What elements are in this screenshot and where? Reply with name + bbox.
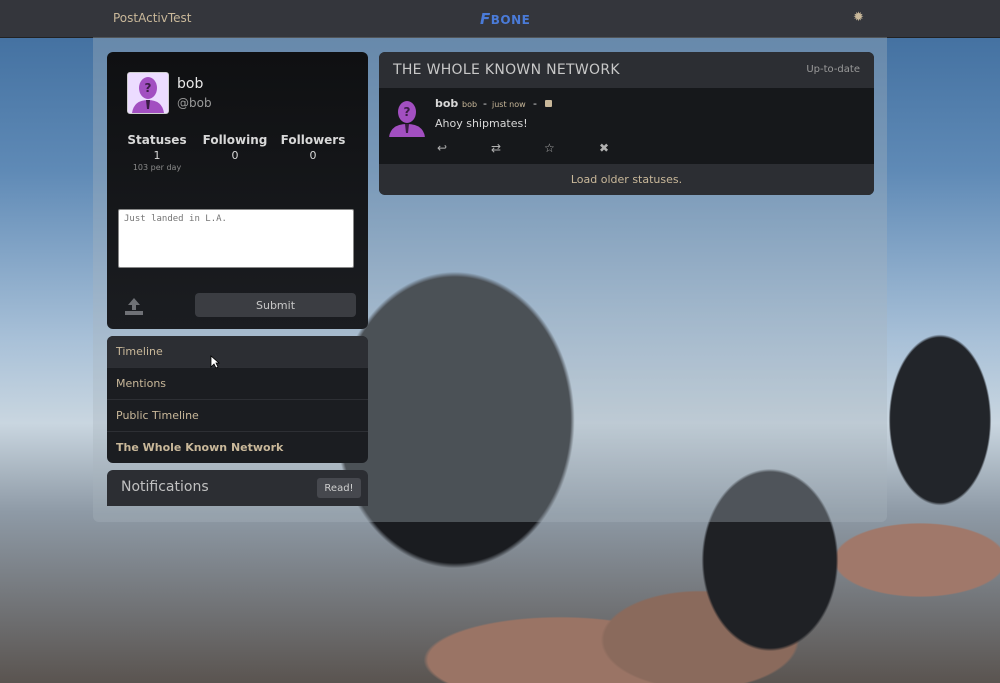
delete-icon[interactable]: ✖ bbox=[599, 141, 609, 155]
status-separator: - bbox=[483, 97, 487, 110]
svg-text:?: ? bbox=[404, 105, 411, 119]
stat-following: Following 0 bbox=[201, 133, 269, 162]
stat-value: 0 bbox=[231, 149, 239, 162]
submit-button[interactable]: Submit bbox=[195, 293, 356, 317]
compose-status-input[interactable] bbox=[118, 209, 354, 268]
stat-value: 0 bbox=[309, 149, 317, 162]
reply-icon[interactable]: ↩ bbox=[437, 141, 447, 155]
user-display-name: bob bbox=[177, 76, 204, 92]
stat-rate: 103 per day bbox=[132, 163, 182, 172]
mark-read-button[interactable]: Read! bbox=[317, 478, 361, 498]
stat-label: Statuses bbox=[127, 133, 187, 147]
stat-followers: Followers 0 bbox=[279, 133, 347, 162]
notifications-panel: Notifications Read! bbox=[107, 470, 368, 506]
stat-value: 1 bbox=[153, 149, 161, 162]
instance-name-link[interactable]: PostActivTest bbox=[113, 11, 191, 25]
expand-icon[interactable] bbox=[545, 100, 552, 107]
avatar[interactable]: ? bbox=[127, 72, 169, 114]
stat-label: Followers bbox=[280, 133, 346, 147]
svg-text:?: ? bbox=[145, 81, 152, 95]
pleroma-logo: FBONE bbox=[480, 10, 531, 28]
status-separator: - bbox=[533, 97, 537, 110]
status-content: Ahoy shipmates! bbox=[435, 117, 528, 130]
status-timestamp[interactable]: just now bbox=[492, 100, 526, 109]
nav-item-whole-known-network[interactable]: The Whole Known Network bbox=[107, 432, 368, 463]
timeline-panel: THE WHOLE KNOWN NETWORK Up-to-date ? bob… bbox=[379, 52, 874, 195]
user-handle: @bob bbox=[177, 96, 212, 110]
upload-icon[interactable] bbox=[123, 295, 145, 317]
top-bar: PostActivTest FBONE ✹ bbox=[0, 0, 1000, 38]
timeline-title: THE WHOLE KNOWN NETWORK bbox=[393, 62, 620, 78]
load-older-button[interactable]: Load older statuses. bbox=[379, 164, 874, 195]
favorite-icon[interactable]: ☆ bbox=[544, 141, 555, 155]
gear-icon[interactable]: ✹ bbox=[853, 10, 864, 25]
timeline-header: THE WHOLE KNOWN NETWORK Up-to-date bbox=[379, 52, 874, 88]
timeline-nav: Timeline Mentions Public Timeline The Wh… bbox=[107, 336, 368, 463]
nav-item-mentions[interactable]: Mentions bbox=[107, 368, 368, 400]
user-card: ? bob @bob Statuses 1 103 per day Follow… bbox=[107, 52, 368, 329]
stat-statuses: Statuses 1 103 per day bbox=[125, 133, 189, 172]
stat-label: Following bbox=[202, 133, 268, 147]
repeat-icon[interactable]: ⇄ bbox=[491, 141, 501, 155]
status-avatar[interactable]: ? bbox=[387, 97, 427, 137]
notifications-title: Notifications bbox=[121, 479, 209, 495]
status-author-handle[interactable]: bob bbox=[462, 100, 477, 109]
nav-item-public-timeline[interactable]: Public Timeline bbox=[107, 400, 368, 432]
status-author-name[interactable]: bob bbox=[435, 97, 458, 110]
mouse-cursor-icon bbox=[210, 355, 220, 369]
nav-item-timeline[interactable]: Timeline bbox=[107, 336, 368, 368]
timeline-update-status: Up-to-date bbox=[806, 64, 860, 75]
